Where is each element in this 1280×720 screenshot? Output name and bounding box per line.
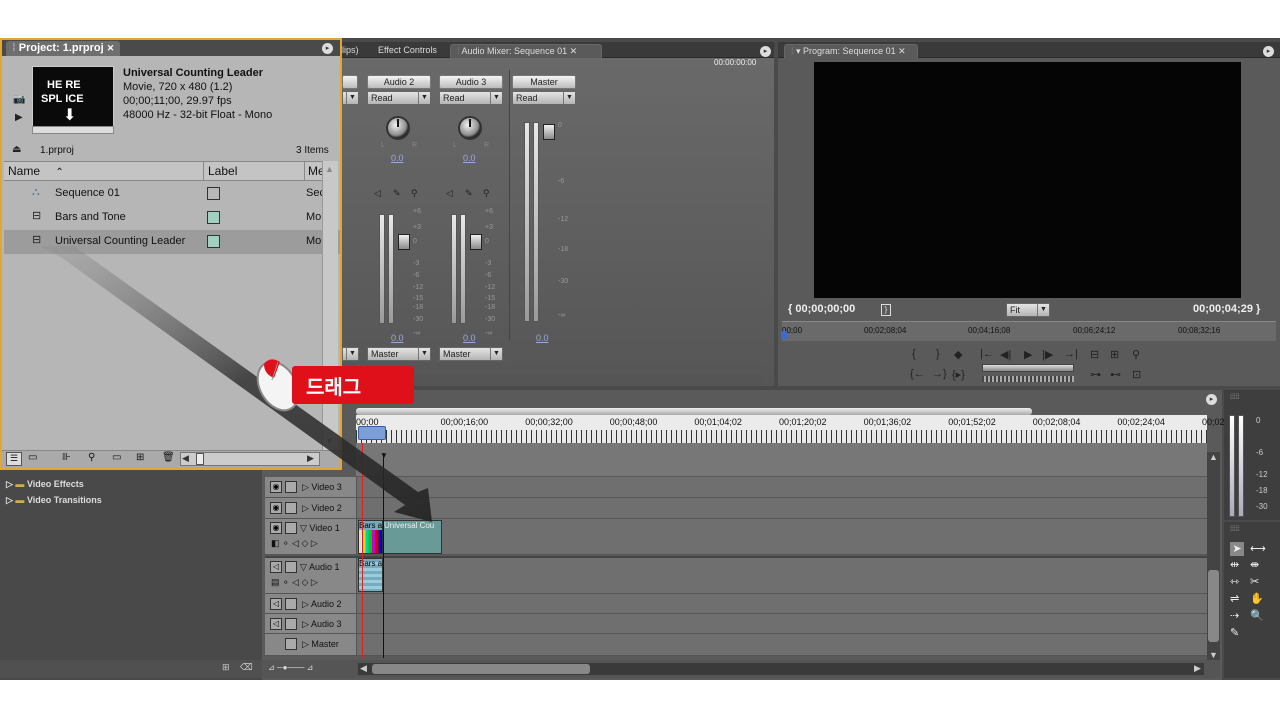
drag-arrow-overlay bbox=[40, 246, 432, 522]
drag-label: 드래그 bbox=[292, 366, 414, 404]
drag-label-text: 드래그 bbox=[306, 375, 362, 399]
